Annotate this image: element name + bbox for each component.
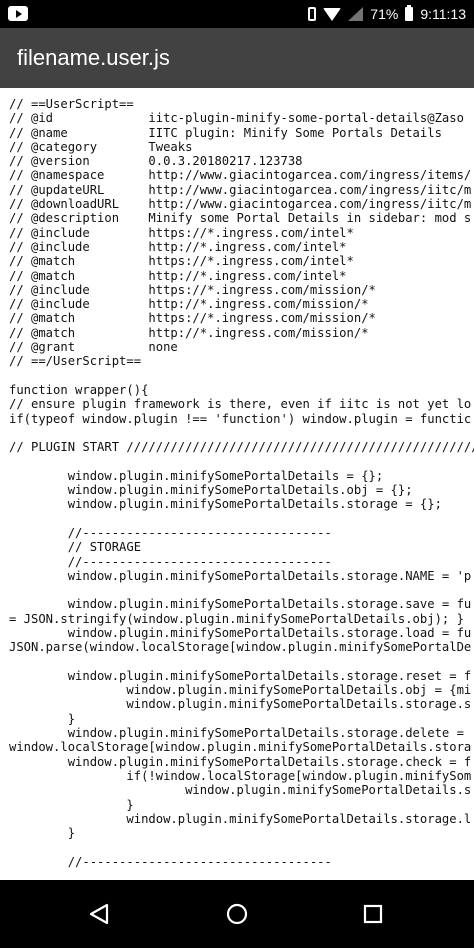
code-line: // ensure plugin framework is there, eve…: [9, 397, 472, 412]
code-line: // @match http://*.ingress.com/intel*: [9, 268, 347, 283]
battery-percent: 71%: [370, 6, 399, 22]
code-line: // @include http://*.ingress.com/intel*: [9, 239, 347, 254]
code-viewer[interactable]: // ==UserScript==// @id iitc-plugin-mini…: [0, 88, 474, 880]
file-title: filename.user.js: [17, 45, 170, 70]
code-line: // @include https://*.ingress.com/missio…: [9, 282, 376, 297]
code-line: window.plugin.minifySomePortalDetails.st…: [9, 668, 472, 683]
code-line: // @name IITC plugin: Minify Some Portal…: [9, 125, 442, 140]
code-line: // ==UserScript==: [9, 97, 134, 111]
code-line: window.plugin.minifySomePortalDetails.st…: [9, 568, 472, 583]
code-line: window.plugin.minifySomePortalDetails.st…: [9, 597, 472, 612]
code-line: // @downloadURL http://www.giacintogarce…: [9, 197, 472, 212]
code-line: // @match https://*.ingress.com/mission/…: [9, 311, 376, 326]
recents-icon: [363, 904, 383, 924]
code-line: // @version 0.0.3.20180217.123738: [9, 154, 303, 169]
status-bar: 71% 9:11:13: [0, 0, 474, 28]
code-line: // PLUGIN START ////////////////////////…: [9, 440, 474, 455]
code-line: window.plugin.minifySomePortalDetails.st…: [9, 625, 472, 640]
navigation-bar: [0, 880, 474, 948]
code-line: window.plugin.minifySomePortalDetails.s: [9, 783, 472, 798]
code-line: // @include https://*.ingress.com/intel*: [9, 225, 354, 240]
code-line: window.plugin.minifySomePortalDetails.st…: [9, 726, 464, 741]
code-line: // @match https://*.ingress.com/intel*: [9, 254, 354, 269]
code-line: window.localStorage[window.plugin.minify…: [9, 740, 472, 755]
code-lines: // ==UserScript==// @id iitc-plugin-mini…: [9, 97, 474, 869]
code-line: // @namespace http://www.giacintogarcea.…: [9, 168, 472, 183]
code-line: function wrapper(){: [9, 382, 149, 397]
code-line: = JSON.stringify(window.plugin.minifySom…: [9, 611, 464, 626]
code-line: // @include http://*.ingress.com/mission…: [9, 297, 369, 312]
wifi-icon: [323, 7, 342, 21]
code-line: // @updateURL http://www.giacintogarcea.…: [9, 182, 472, 197]
vibrate-icon: [308, 7, 317, 21]
code-line: if(!window.localStorage[window.plugin.mi…: [9, 768, 472, 783]
code-line: // @id iitc-plugin-minify-some-portal-de…: [9, 111, 464, 126]
code-line: // @match http://*.ingress.com/mission/*: [9, 325, 369, 340]
code-line: window.plugin.minifySomePortalDetails.st…: [9, 754, 472, 769]
home-icon: [226, 903, 248, 925]
code-line: }: [9, 826, 76, 841]
code-line: if(typeof window.plugin !== 'function') …: [9, 411, 472, 426]
home-button[interactable]: [197, 880, 277, 948]
code-line: //----------------------------------: [9, 525, 332, 540]
recents-button[interactable]: [333, 880, 413, 948]
code-line: //----------------------------------: [9, 554, 332, 569]
code-line: // ==/UserScript==: [9, 354, 142, 369]
code-line: // @grant none: [9, 340, 178, 355]
battery-icon: [405, 5, 414, 21]
back-icon: [89, 903, 109, 925]
code-line: window.plugin.minifySomePortalDetails.st…: [9, 811, 472, 826]
code-line: }: [9, 711, 76, 726]
code-line: window.plugin.minifySomePortalDetails = …: [9, 468, 384, 483]
signal-icon: [348, 7, 364, 21]
code-line: // @category Tweaks: [9, 139, 193, 154]
app-bar: filename.user.js: [0, 28, 474, 88]
clock: 9:11:13: [420, 6, 466, 22]
code-line: // @description Minify some Portal Detai…: [9, 211, 472, 226]
code-line: //----------------------------------: [9, 854, 332, 869]
code-line: JSON.parse(window.localStorage[window.pl…: [9, 640, 472, 655]
code-line: window.plugin.minifySomePortalDetails.st…: [9, 697, 472, 712]
back-button[interactable]: [59, 880, 139, 948]
code-line: window.plugin.minifySomePortalDetails.ob…: [9, 683, 472, 698]
code-line: window.plugin.minifySomePortalDetails.ob…: [9, 483, 413, 498]
status-icons: 71% 9:11:13: [308, 0, 466, 28]
code-line: window.plugin.minifySomePortalDetails.st…: [9, 497, 442, 512]
code-line: // STORAGE: [9, 540, 142, 555]
code-line: }: [9, 797, 134, 812]
youtube-icon: [8, 6, 28, 21]
